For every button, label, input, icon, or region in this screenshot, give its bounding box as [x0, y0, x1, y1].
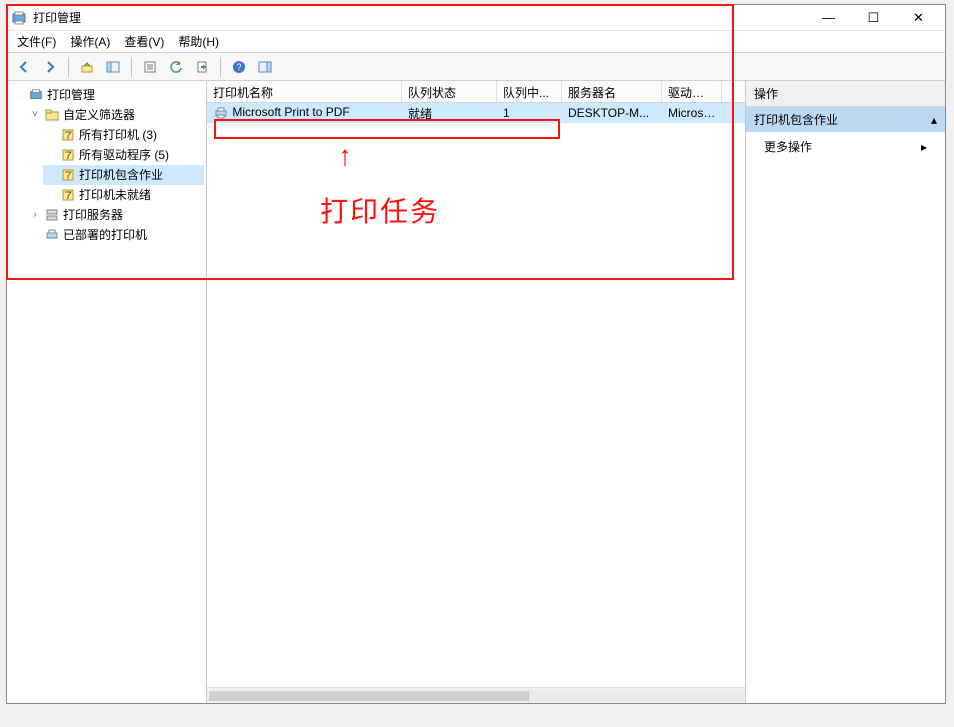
actions-more-label: 更多操作 — [764, 138, 812, 155]
server-icon — [44, 207, 60, 223]
col-queue-status[interactable]: 队列状态 — [402, 81, 497, 102]
print-management-icon — [28, 87, 44, 103]
filter-icon — [60, 167, 76, 183]
body-area: 打印管理 ˅ 自定义筛选器 — [7, 81, 945, 703]
filter-icon — [60, 187, 76, 203]
tree-root[interactable]: 打印管理 — [11, 85, 204, 105]
col-queue-count[interactable]: 队列中... — [497, 81, 562, 102]
toolbar: ? — [7, 53, 945, 81]
expander-icon[interactable]: › — [29, 205, 41, 225]
menu-file[interactable]: 文件(F) — [17, 33, 56, 50]
tree-all-drivers[interactable]: 所有驱动程序 (5) — [43, 145, 204, 165]
tree-custom-filters[interactable]: ˅ 自定义筛选器 — [27, 105, 204, 125]
folder-icon — [44, 107, 60, 123]
filter-icon — [60, 127, 76, 143]
tree-custom-filters-label: 自定义筛选器 — [63, 105, 135, 125]
col-server-name[interactable]: 服务器名 — [562, 81, 662, 102]
horizontal-scrollbar[interactable] — [207, 687, 745, 703]
window-title: 打印管理 — [33, 9, 81, 26]
tree-print-servers-label: 打印服务器 — [63, 205, 123, 225]
tree-printers-with-jobs[interactable]: 打印机包含作业 — [43, 165, 204, 185]
list-blank-area[interactable] — [207, 123, 745, 687]
filter-icon — [60, 147, 76, 163]
tree-all-drivers-label: 所有驱动程序 (5) — [79, 145, 169, 165]
menu-action[interactable]: 操作(A) — [70, 33, 110, 50]
window-controls: — ☐ ✕ — [806, 5, 941, 30]
actions-pane: 操作 打印机包含作业 ▴ 更多操作 ▸ — [745, 81, 945, 703]
close-button[interactable]: ✕ — [896, 5, 941, 30]
tree-all-printers[interactable]: 所有打印机 (3) — [43, 125, 204, 145]
tree-root-label: 打印管理 — [47, 85, 95, 105]
properties-button[interactable] — [139, 56, 161, 78]
forward-button[interactable] — [39, 56, 61, 78]
col-printer-name[interactable]: 打印机名称 — [207, 81, 402, 102]
back-button[interactable] — [13, 56, 35, 78]
titlebar: 打印管理 — ☐ ✕ — [7, 5, 945, 31]
show-hide-tree-button[interactable] — [102, 56, 124, 78]
cell-queue-count: 1 — [497, 104, 562, 122]
col-driver-name[interactable]: 驱动程序名 — [662, 81, 722, 102]
actions-more[interactable]: 更多操作 ▸ — [746, 132, 945, 161]
printer-icon — [213, 105, 229, 121]
minimize-button[interactable]: — — [806, 5, 851, 30]
collapse-icon: ▴ — [931, 113, 937, 127]
svg-text:?: ? — [236, 62, 241, 72]
toolbar-separator — [220, 57, 221, 77]
tree-printers-with-jobs-label: 打印机包含作业 — [79, 165, 163, 185]
cell-printer-name-text: Microsoft Print to PDF — [232, 105, 349, 119]
menu-help[interactable]: 帮助(H) — [178, 33, 219, 50]
chevron-right-icon: ▸ — [921, 140, 927, 154]
list-header: 打印机名称 队列状态 队列中... 服务器名 驱动程序名 — [207, 81, 745, 103]
tree-deployed-printers[interactable]: 已部署的打印机 — [27, 225, 204, 245]
scrollbar-thumb[interactable] — [209, 691, 529, 701]
refresh-button[interactable] — [165, 56, 187, 78]
tree-printers-not-ready[interactable]: 打印机未就绪 — [43, 185, 204, 205]
tree-deployed-printers-label: 已部署的打印机 — [63, 225, 147, 245]
app-window: 打印管理 — ☐ ✕ 文件(F) 操作(A) 查看(V) 帮助(H) — [6, 4, 946, 704]
actions-section-label: 打印机包含作业 — [754, 111, 838, 128]
export-button[interactable] — [191, 56, 213, 78]
toolbar-separator — [68, 57, 69, 77]
tree-print-servers[interactable]: › 打印服务器 — [27, 205, 204, 225]
list-row[interactable]: Microsoft Print to PDF 就绪 1 DESKTOP-M...… — [207, 103, 745, 123]
cell-queue-status: 就绪 — [402, 103, 497, 124]
list-pane: 打印机名称 队列状态 队列中... 服务器名 驱动程序名 Microsoft P… — [207, 81, 745, 703]
actions-header: 操作 — [746, 81, 945, 107]
cell-driver-name: Microsoft — [662, 104, 722, 122]
tree-all-printers-label: 所有打印机 (3) — [79, 125, 157, 145]
cell-printer-name: Microsoft Print to PDF — [207, 103, 402, 123]
tree-printers-not-ready-label: 打印机未就绪 — [79, 185, 151, 205]
expander-icon[interactable]: ˅ — [29, 105, 41, 125]
tree-pane[interactable]: 打印管理 ˅ 自定义筛选器 — [7, 81, 207, 703]
actions-section[interactable]: 打印机包含作业 ▴ — [746, 107, 945, 132]
cell-server-name: DESKTOP-M... — [562, 104, 662, 122]
menu-view[interactable]: 查看(V) — [124, 33, 164, 50]
menubar: 文件(F) 操作(A) 查看(V) 帮助(H) — [7, 31, 945, 53]
help-button[interactable]: ? — [228, 56, 250, 78]
maximize-button[interactable]: ☐ — [851, 5, 896, 30]
app-icon — [11, 10, 27, 26]
up-button[interactable] — [76, 56, 98, 78]
toolbar-separator — [131, 57, 132, 77]
printer-icon — [44, 227, 60, 243]
show-hide-actions-button[interactable] — [254, 56, 276, 78]
